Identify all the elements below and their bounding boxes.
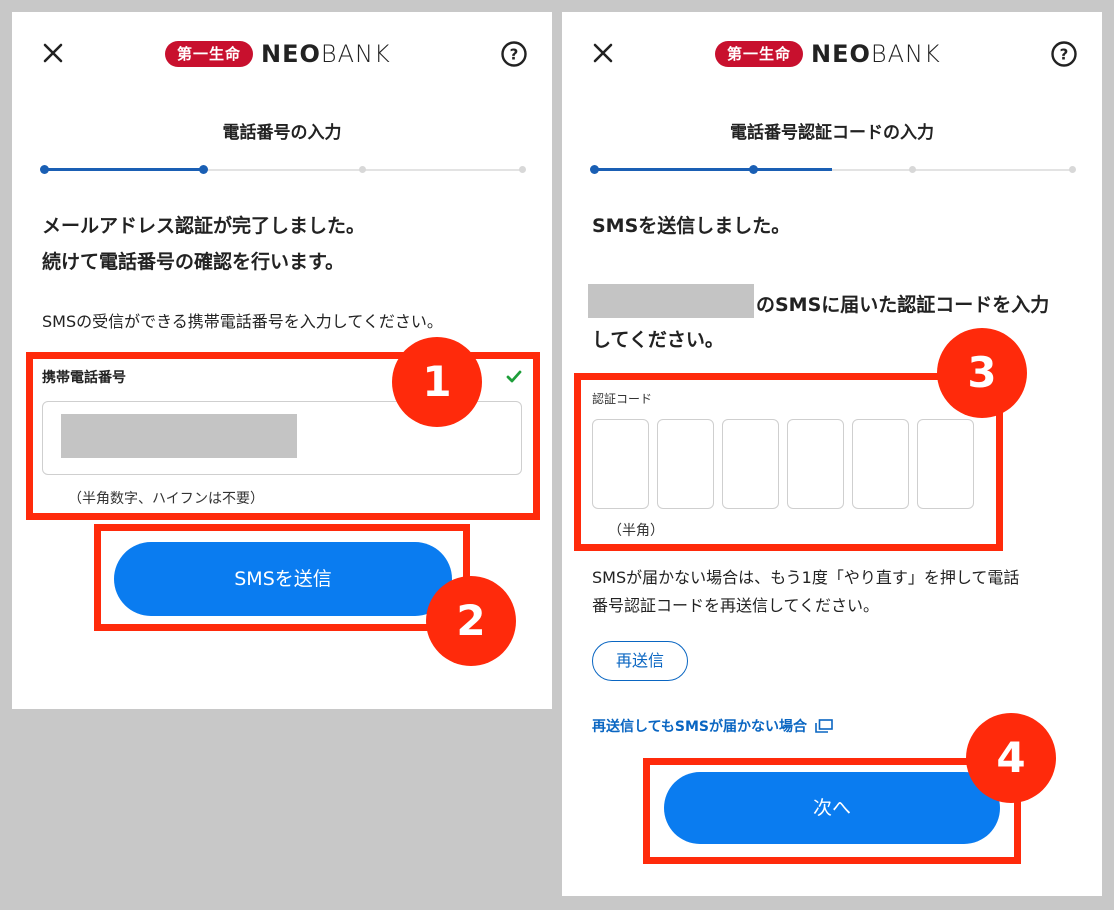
logo-badge: 第一生命 bbox=[165, 41, 254, 67]
logo-wordmark: NEOBANK bbox=[261, 40, 391, 68]
progress-step-dot bbox=[749, 165, 758, 174]
logo-wordmark: NEOBANK bbox=[811, 40, 941, 68]
step-progress bbox=[40, 164, 526, 176]
step-number-badge: 3 bbox=[937, 328, 1027, 418]
resend-button[interactable]: 再送信 bbox=[592, 641, 688, 681]
progress-step-dot bbox=[590, 165, 599, 174]
sent-to-text-cont: してください。 bbox=[592, 329, 724, 351]
highlight-box-3 bbox=[574, 373, 1003, 551]
sent-to-text: のSMSに届いた認証コードを入力 bbox=[756, 294, 1050, 316]
page-title: 電話番号認証コードの入力 bbox=[730, 123, 934, 143]
highlight-box-2 bbox=[94, 524, 470, 631]
svg-text:?: ? bbox=[510, 46, 519, 64]
progress-step-dot bbox=[199, 165, 208, 174]
step-number-badge: 2 bbox=[426, 576, 516, 666]
page-title: 電話番号の入力 bbox=[222, 123, 342, 143]
lead-text: メールアドレス認証が完了しました。 続けて電話番号の確認を行います。 bbox=[42, 215, 366, 273]
progress-step-dot bbox=[1069, 166, 1076, 173]
sms-sent-heading: SMSを送信しました。 bbox=[592, 215, 791, 237]
external-window-icon bbox=[815, 719, 833, 733]
progress-step-dot bbox=[519, 166, 526, 173]
step-progress bbox=[590, 164, 1076, 176]
step-number-badge: 4 bbox=[966, 713, 1056, 803]
step-number-badge: 1 bbox=[392, 337, 482, 427]
progress-step-dot bbox=[40, 165, 49, 174]
progress-step-dot bbox=[909, 166, 916, 173]
progress-step-dot bbox=[359, 166, 366, 173]
close-icon[interactable] bbox=[40, 40, 66, 66]
help-icon[interactable]: ? bbox=[500, 40, 528, 68]
instruction-text: SMSの受信ができる携帯電話番号を入力してください。 bbox=[42, 312, 443, 331]
brand-logo: 第一生命 NEOBANK bbox=[715, 39, 941, 69]
sms-not-received-link[interactable]: 再送信してもSMSが届かない場合 bbox=[592, 716, 833, 736]
help-icon[interactable]: ? bbox=[1050, 40, 1078, 68]
redacted-phone-number bbox=[588, 284, 754, 318]
highlight-box-4 bbox=[643, 758, 1021, 864]
brand-logo: 第一生命 NEOBANK bbox=[165, 39, 391, 69]
resend-notice: SMSが届かない場合は、もう1度「やり直す」を押して電話 番号認証コードを再送信… bbox=[592, 568, 1020, 615]
close-icon[interactable] bbox=[590, 40, 616, 66]
svg-text:?: ? bbox=[1060, 46, 1069, 64]
logo-badge: 第一生命 bbox=[715, 41, 804, 67]
